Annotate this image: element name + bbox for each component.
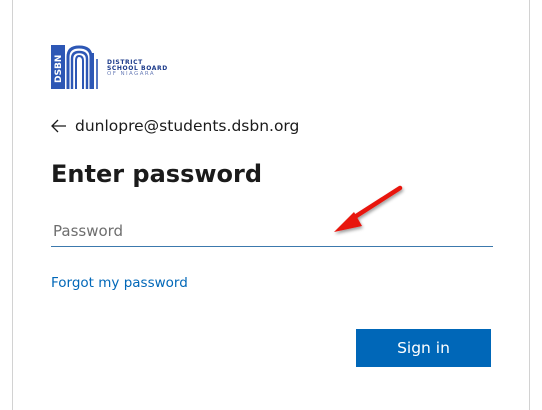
logo-wordmark: DISTRICT SCHOOL BOARD OF NIAGARA <box>107 59 168 78</box>
dsbn-logo: DSBN DISTRICT SCHOOL BOARD OF NIAGARA <box>51 43 211 91</box>
page-title: Enter password <box>51 160 263 188</box>
red-pointer-arrow-icon <box>334 185 403 232</box>
forgot-password-link[interactable]: Forgot my password <box>51 275 188 291</box>
arrow-left-icon[interactable] <box>51 119 67 133</box>
account-email: dunlopre@students.dsbn.org <box>75 117 300 135</box>
account-identity: dunlopre@students.dsbn.org <box>51 117 299 135</box>
signin-panel: DSBN DISTRICT SCHOOL BOARD OF NIAGARA du… <box>12 0 530 410</box>
sign-in-button[interactable]: Sign in <box>356 329 491 367</box>
password-input[interactable] <box>51 216 493 247</box>
logo-line-3: OF NIAGARA <box>107 71 156 78</box>
dsbn-logo-mark: DSBN <box>51 45 98 89</box>
logo-abbr: DSBN <box>54 55 64 83</box>
